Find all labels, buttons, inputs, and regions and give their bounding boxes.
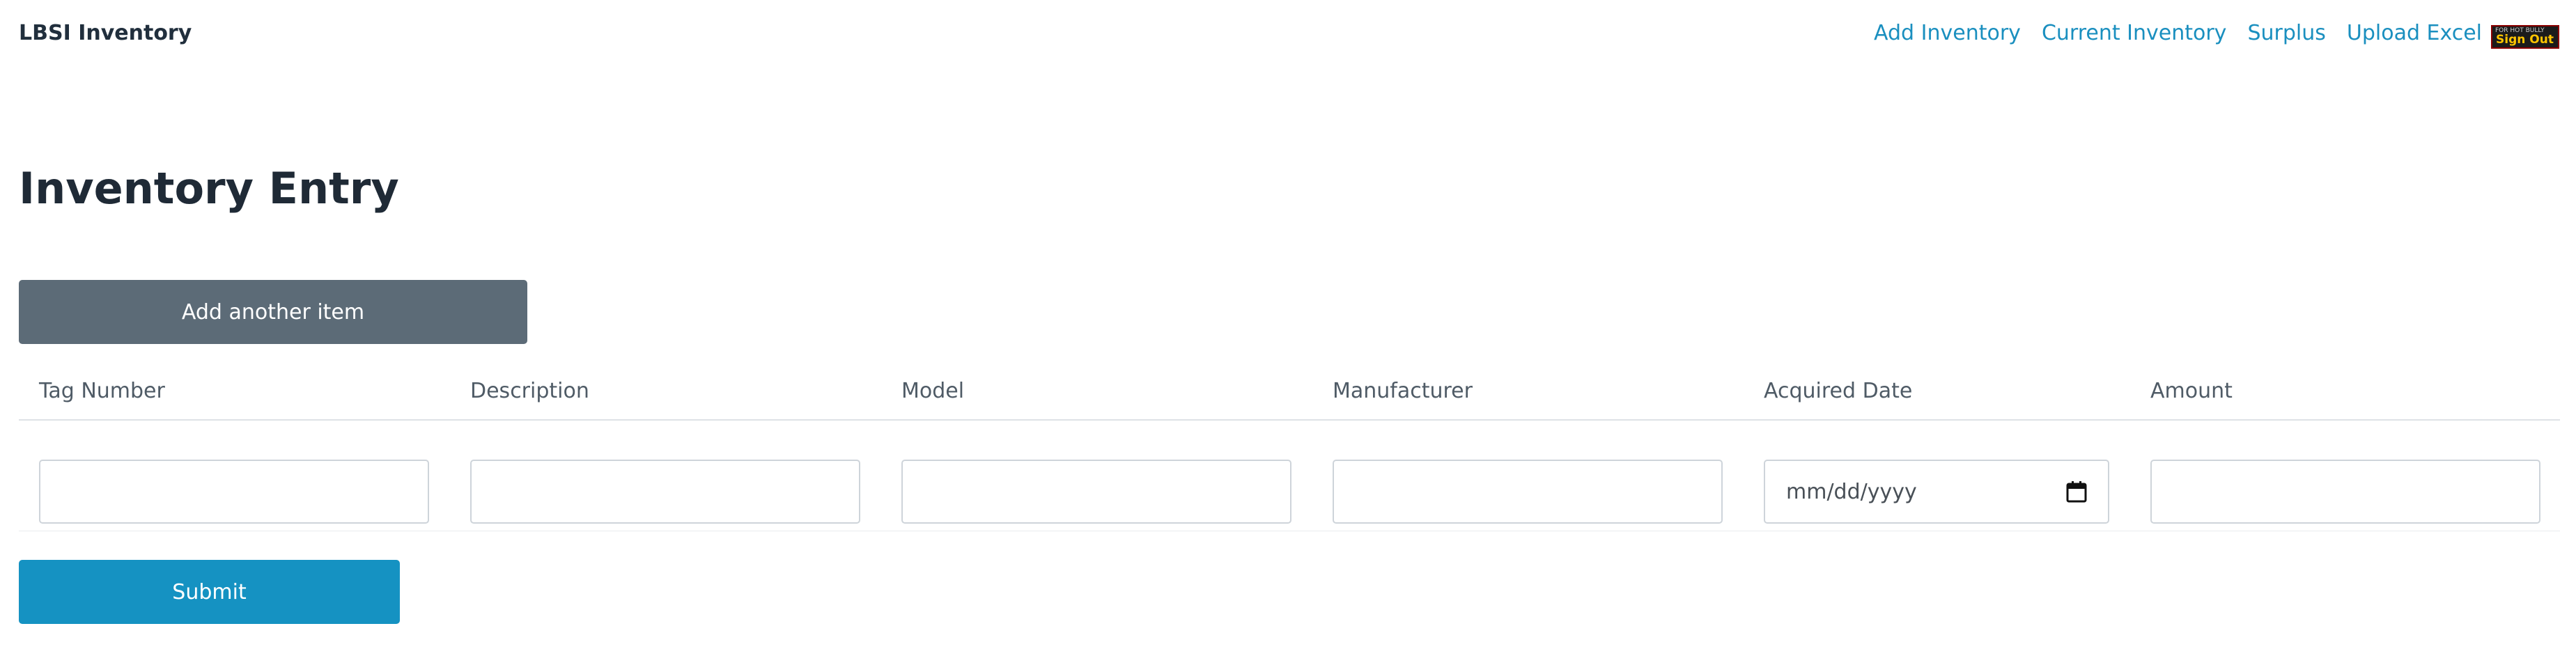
- header-acquired-date: Acquired Date: [1764, 379, 1913, 403]
- acquired-date-input[interactable]: mm/dd/yyyy: [1764, 460, 2109, 524]
- header-manufacturer: Manufacturer: [1333, 379, 1473, 403]
- nav-add-inventory[interactable]: Add Inventory: [1874, 21, 2021, 45]
- add-another-item-button[interactable]: Add another item: [19, 280, 527, 344]
- header-description: Description: [470, 379, 589, 403]
- header-tag-number: Tag Number: [39, 379, 165, 403]
- header-model: Model: [901, 379, 965, 403]
- amount-input[interactable]: [2150, 460, 2540, 524]
- sign-out-button[interactable]: FOR HOT BULLY Sign Out: [2491, 25, 2559, 49]
- acquired-date-placeholder: mm/dd/yyyy: [1786, 479, 1917, 504]
- nav-surplus[interactable]: Surplus: [2247, 21, 2325, 45]
- table-row: mm/dd/yyyy: [19, 421, 2560, 531]
- model-input[interactable]: [901, 460, 1291, 524]
- nav-current-inventory[interactable]: Current Inventory: [2042, 21, 2227, 45]
- brand-link[interactable]: LBSI Inventory: [19, 21, 192, 45]
- page-title: Inventory Entry: [19, 163, 399, 214]
- nav-upload-excel[interactable]: Upload Excel: [2347, 21, 2482, 45]
- sign-out-label: Sign Out: [2496, 33, 2554, 47]
- nav-links: Add Inventory Current Inventory Surplus …: [1874, 21, 2482, 45]
- manufacturer-input[interactable]: [1333, 460, 1723, 524]
- description-input[interactable]: [470, 460, 860, 524]
- calendar-icon[interactable]: [2066, 480, 2087, 503]
- tag-number-input[interactable]: [39, 460, 429, 524]
- top-navbar: LBSI Inventory Add Inventory Current Inv…: [0, 0, 2576, 70]
- submit-button[interactable]: Submit: [19, 560, 400, 624]
- table-header-row: Tag Number Description Model Manufacture…: [19, 376, 2560, 421]
- inventory-table: Tag Number Description Model Manufacture…: [19, 376, 2560, 531]
- header-amount: Amount: [2150, 379, 2233, 403]
